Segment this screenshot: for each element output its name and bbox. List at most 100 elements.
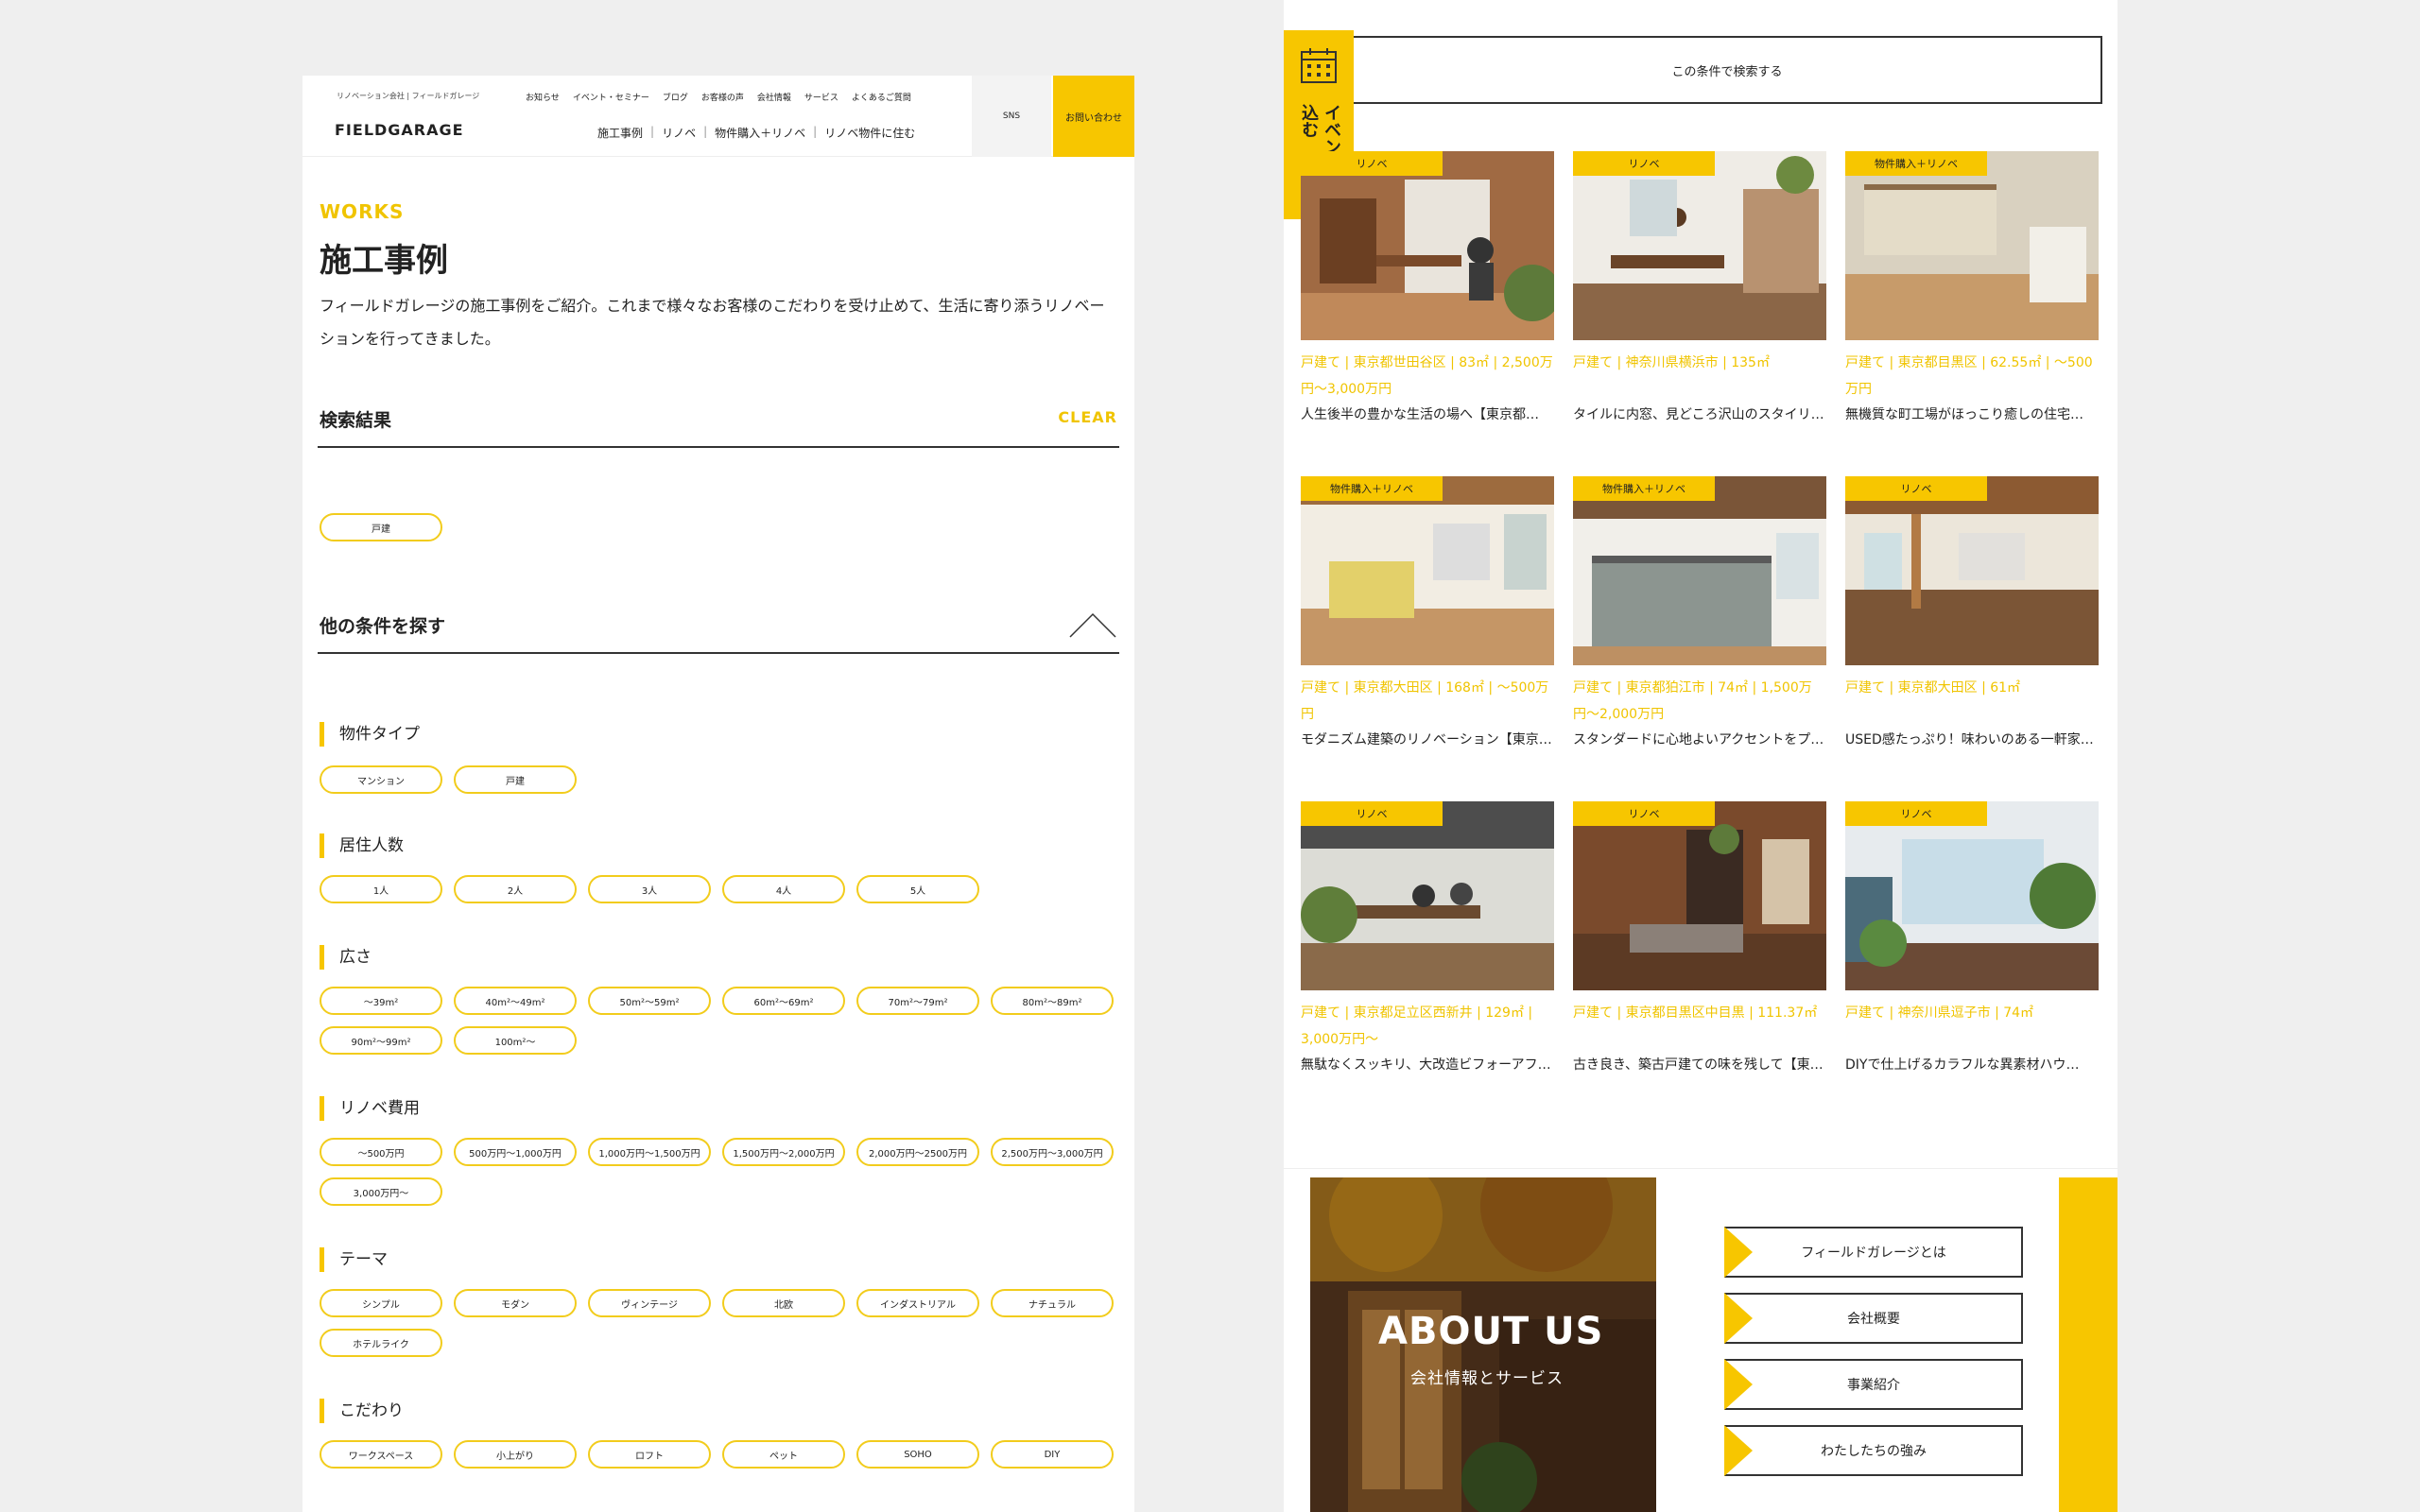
filter-chip[interactable]: 小上がり <box>454 1440 577 1469</box>
work-caption: スタンダードに心地よいアクセントをプ… <box>1573 732 1824 747</box>
about-title: ABOUT US <box>1378 1310 1604 1353</box>
filter-chip[interactable]: 〜39m² <box>320 987 442 1015</box>
work-card[interactable]: リノベ 戸建て | 神奈川県横浜市 | 135㎡ タイルに内窓、見どころ沢山のス… <box>1573 151 1826 423</box>
filter-chip[interactable]: ロフト <box>588 1440 711 1469</box>
filter-chip[interactable]: ワークスペース <box>320 1440 442 1469</box>
about-subtitle: 会社情報とサービス <box>1410 1369 1564 1388</box>
filter-chip[interactable]: モダン <box>454 1289 577 1317</box>
works-page-panel: リノベーション会社 | フィールドガレージ FIELDGARAGE お知らせ イ… <box>302 76 1134 1512</box>
work-card[interactable]: リノベ 戸建て | 神奈川県逗子市 | 74㎡ DIYで仕上げるカラフルな異素材… <box>1845 801 2099 1074</box>
sns-button[interactable]: SNS <box>972 76 1051 157</box>
filter-chip[interactable]: インダストリアル <box>856 1289 979 1317</box>
site-logo[interactable]: FIELDGARAGE <box>335 121 464 139</box>
selected-filter-chip[interactable]: 戸建 <box>320 513 442 541</box>
accent-strip <box>2059 1177 2118 1512</box>
category-badge: リノベ <box>1301 801 1443 826</box>
nav-voices[interactable]: お客様の声 <box>701 91 744 103</box>
triangle-icon <box>1724 1359 1753 1410</box>
work-caption: USED感たっぷり！味わいのある一軒家… <box>1845 732 2094 747</box>
work-photo: リノベ <box>1845 801 2099 990</box>
work-caption: DIYで仕上げるカラフルな異素材ハウ… <box>1845 1057 2080 1073</box>
work-meta: 戸建て | 東京都狛江市 | 74㎡ | 1,500万円〜2,000万円 <box>1573 680 1812 722</box>
work-card[interactable]: リノベ 戸建て | 東京都大田区 | 61㎡ USED感たっぷり！味わいのある一… <box>1845 476 2099 748</box>
filter-chip[interactable]: ホテルライク <box>320 1329 442 1357</box>
work-photo: リノベ <box>1573 801 1826 990</box>
about-us-banner[interactable]: ABOUT US 会社情報とサービス <box>1310 1177 1656 1512</box>
work-card[interactable]: リノベ 戸建て | 東京都足立区西新井 | 129㎡ | 3,000万円〜 無駄… <box>1301 801 1554 1074</box>
link-label: 会社概要 <box>1847 1312 1900 1327</box>
filter-chip[interactable]: 5人 <box>856 875 979 903</box>
category-badge: リノベ <box>1301 151 1443 176</box>
work-card[interactable]: 物件購入＋リノベ 戸建て | 東京都狛江市 | 74㎡ | 1,500万円〜2,… <box>1573 476 1826 748</box>
work-photo: 物件購入＋リノベ <box>1573 476 1826 665</box>
filter-chip[interactable]: 500万円〜1,000万円 <box>454 1138 577 1166</box>
category-badge: 物件購入＋リノベ <box>1301 476 1443 501</box>
work-card[interactable]: リノベ 戸建て | 東京都世田谷区 | 83㎡ | 2,500万円〜3,000万… <box>1301 151 1554 423</box>
chevron-up-icon[interactable] <box>1068 610 1117 639</box>
filter-chip[interactable]: 60m²〜69m² <box>722 987 845 1015</box>
about-link-strengths[interactable]: わたしたちの強み <box>1724 1425 2023 1476</box>
nav-events[interactable]: イベント・セミナー <box>573 91 649 103</box>
nav-blog[interactable]: ブログ <box>663 91 688 103</box>
divider <box>318 652 1119 654</box>
work-meta: 戸建て | 東京都大田区 | 61㎡ <box>1845 680 2021 696</box>
work-photo: リノベ <box>1301 151 1554 340</box>
filter-chip[interactable]: ヴィンテージ <box>588 1289 711 1317</box>
results-panel: この条件で検索する イベントに申し込む リノベ 戸建て | 東京都世田谷区 | … <box>1284 0 2118 1512</box>
filter-chip[interactable]: 4人 <box>722 875 845 903</box>
about-link-company[interactable]: 会社概要 <box>1724 1293 2023 1344</box>
category-badge: リノベ <box>1845 476 1987 501</box>
nav-company[interactable]: 会社情報 <box>757 91 791 103</box>
search-conditions-button[interactable]: この条件で検索する <box>1352 36 2102 104</box>
filter-chip[interactable]: 1,500万円〜2,000万円 <box>722 1138 845 1166</box>
filter-chip[interactable]: 90m²〜99m² <box>320 1026 442 1055</box>
filter-chip[interactable]: 2人 <box>454 875 577 903</box>
results-title: 検索結果 <box>320 410 392 431</box>
filter-chip[interactable]: 1,000万円〜1,500万円 <box>588 1138 711 1166</box>
divider <box>318 446 1119 448</box>
filter-chip[interactable]: 100m²〜 <box>454 1026 577 1055</box>
nav-news[interactable]: お知らせ <box>526 91 560 103</box>
filter-chip[interactable]: 80m²〜89m² <box>991 987 1114 1015</box>
filter-chip[interactable]: 北欧 <box>722 1289 845 1317</box>
site-header: リノベーション会社 | フィールドガレージ FIELDGARAGE お知らせ イ… <box>302 76 1134 157</box>
filter-chip[interactable]: DIY <box>991 1440 1114 1469</box>
nav-renovation[interactable]: リノベ <box>662 125 696 141</box>
work-card[interactable]: 物件購入＋リノベ 戸建て | 東京都大田区 | 168㎡ | 〜500万円 モダ… <box>1301 476 1554 748</box>
nav-service[interactable]: サービス <box>804 91 838 103</box>
filter-chip[interactable]: 3,000万円〜 <box>320 1177 442 1206</box>
filter-chip[interactable]: 3人 <box>588 875 711 903</box>
filter-chip[interactable]: 70m²〜79m² <box>856 987 979 1015</box>
calendar-icon <box>1301 48 1337 83</box>
filter-chip[interactable]: 2,000万円〜2500万円 <box>856 1138 979 1166</box>
filter-chip[interactable]: ペット <box>722 1440 845 1469</box>
filter-chip[interactable]: 〜500万円 <box>320 1138 442 1166</box>
filter-chip[interactable]: 2,500万円〜3,000万円 <box>991 1138 1114 1166</box>
contact-button[interactable]: お問い合わせ <box>1053 76 1134 157</box>
filter-chip[interactable]: 戸建 <box>454 765 577 794</box>
triangle-icon <box>1724 1425 1753 1476</box>
filter-chip[interactable]: 40m²〜49m² <box>454 987 577 1015</box>
nav-separator: | <box>650 125 655 138</box>
filter-chip[interactable]: SOHO <box>856 1440 979 1469</box>
filter-chip[interactable]: ナチュラル <box>991 1289 1114 1317</box>
page-eyebrow: WORKS <box>320 200 405 223</box>
work-photo: リノベ <box>1573 151 1826 340</box>
nav-faq[interactable]: よくあるご質問 <box>852 91 911 103</box>
work-caption: 人生後半の豊かな生活の場へ【東京都… <box>1301 407 1539 422</box>
filter-chip[interactable]: 50m²〜59m² <box>588 987 711 1015</box>
divider <box>1284 1168 2118 1169</box>
work-card[interactable]: リノベ 戸建て | 東京都目黒区中目黒 | 111.37㎡ 古き良き、築古戸建て… <box>1573 801 1826 1074</box>
clear-button[interactable]: CLEAR <box>1058 408 1117 426</box>
work-photo: 物件購入＋リノベ <box>1301 476 1554 665</box>
filter-chip[interactable]: マンション <box>320 765 442 794</box>
work-meta: 戸建て | 東京都大田区 | 168㎡ | 〜500万円 <box>1301 680 1549 722</box>
filter-chip[interactable]: 1人 <box>320 875 442 903</box>
work-card[interactable]: 物件購入＋リノベ 戸建て | 東京都目黒区 | 62.55㎡ | 〜500万円 … <box>1845 151 2099 423</box>
about-link-fieldgarage[interactable]: フィールドガレージとは <box>1724 1227 2023 1278</box>
nav-live-renovated[interactable]: リノベ物件に住む <box>824 125 915 141</box>
nav-purchase-renovation[interactable]: 物件購入＋リノベ <box>715 125 805 141</box>
filter-chip[interactable]: シンプル <box>320 1289 442 1317</box>
about-link-business[interactable]: 事業紹介 <box>1724 1359 2023 1410</box>
nav-works[interactable]: 施工事例 <box>597 125 643 141</box>
